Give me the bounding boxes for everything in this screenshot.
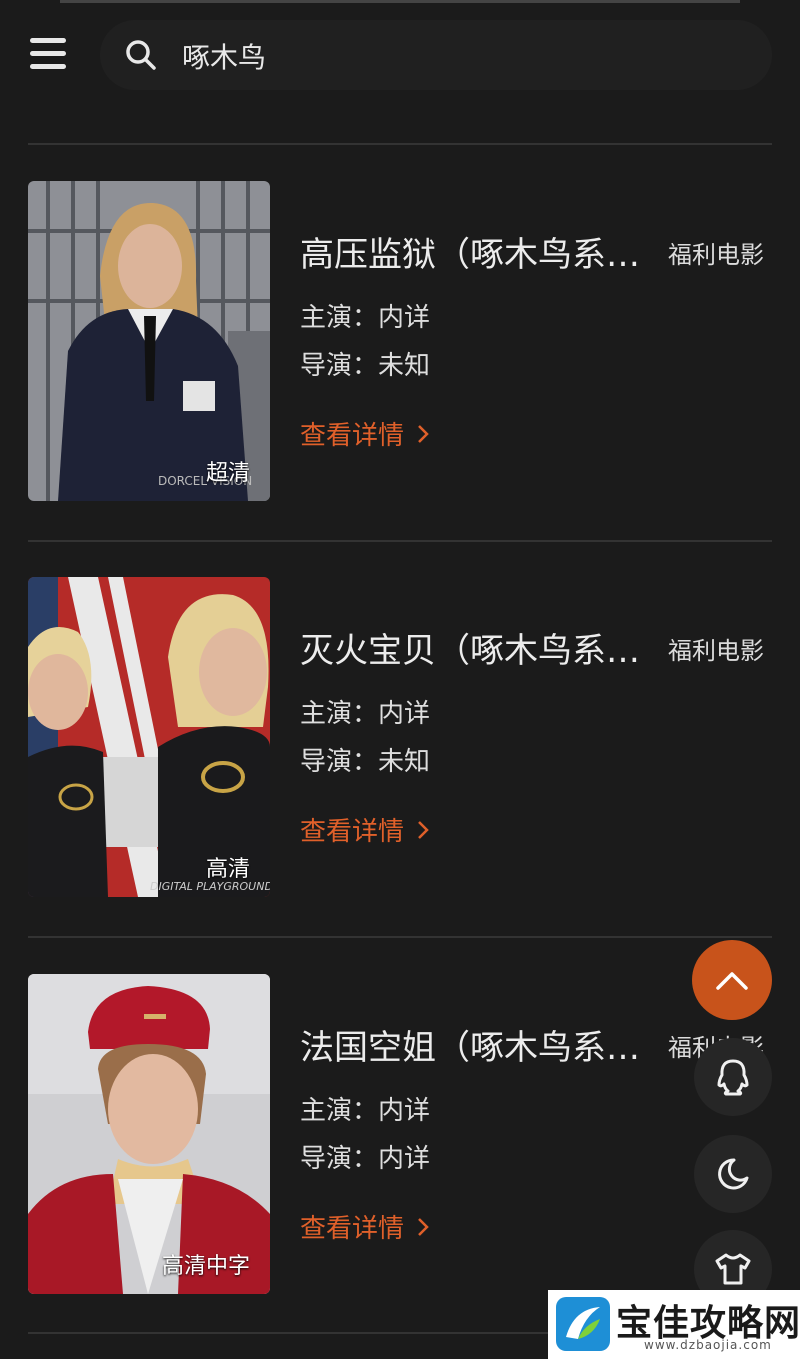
view-details-label: 查看详情 xyxy=(300,1214,405,1244)
category-label[interactable]: 福利电影 xyxy=(668,631,764,666)
divider xyxy=(28,936,772,938)
movie-title[interactable]: 灭火宝贝（啄木鸟系列） xyxy=(300,623,655,672)
poster-thumbnail[interactable]: 高清中字 xyxy=(28,974,270,1294)
movie-title[interactable]: 法国空姐（啄木鸟系列） xyxy=(300,1020,655,1069)
list-item[interactable]: DIGITAL PLAYGROUND 高清 灭火宝贝（啄木鸟系列） 福利电影 主… xyxy=(0,577,800,897)
chevron-right-icon xyxy=(418,424,429,443)
quality-badge: 高清 xyxy=(205,857,250,882)
chevron-right-icon xyxy=(418,820,429,839)
list-item[interactable]: 高清中字 法国空姐（啄木鸟系列） 福利电影 主演：内详 导演：内详 查看详情 xyxy=(0,974,800,1294)
actor-label: 主演：内详 xyxy=(300,303,431,333)
search-icon[interactable] xyxy=(124,38,158,72)
view-details-link[interactable]: 查看详情 xyxy=(300,1208,430,1245)
director-label: 导演：内详 xyxy=(300,1144,431,1174)
moon-icon xyxy=(718,1158,749,1190)
view-details-link[interactable]: 查看详情 xyxy=(300,415,430,452)
watermark-url: www.dzbaojia.com xyxy=(644,1338,772,1352)
category-label[interactable]: 福利电影 xyxy=(668,235,764,270)
view-details-link[interactable]: 查看详情 xyxy=(300,811,430,848)
poster-thumbnail[interactable]: DORCEL VISION 超清 xyxy=(28,181,270,501)
divider xyxy=(28,540,772,542)
director-label: 导演：未知 xyxy=(300,747,431,777)
dark-mode-button[interactable] xyxy=(694,1135,772,1213)
view-details-label: 查看详情 xyxy=(300,817,405,847)
qq-button[interactable] xyxy=(694,1038,772,1116)
search-input[interactable] xyxy=(180,34,744,78)
chevron-right-icon xyxy=(418,1217,429,1236)
actor-label: 主演：内详 xyxy=(300,1096,431,1126)
tshirt-icon xyxy=(715,1253,751,1285)
top-divider xyxy=(60,0,740,3)
actor-label: 主演：内详 xyxy=(300,699,431,729)
site-watermark: 宝佳攻略网 www.dzbaojia.com xyxy=(548,1290,800,1359)
poster-thumbnail[interactable]: DIGITAL PLAYGROUND 高清 xyxy=(28,577,270,897)
director-label: 导演：未知 xyxy=(300,351,431,381)
qq-icon xyxy=(717,1059,749,1096)
chevron-up-icon xyxy=(716,972,748,990)
divider xyxy=(28,143,772,145)
top-bar xyxy=(0,0,800,110)
view-details-label: 查看详情 xyxy=(300,421,405,451)
quality-badge: 高清中字 xyxy=(161,1254,250,1279)
back-to-top-button[interactable] xyxy=(692,940,772,1020)
search-bar[interactable] xyxy=(100,20,772,90)
list-item[interactable]: DORCEL VISION 超清 高压监狱（啄木鸟系列） 福利电影 主演：内详 … xyxy=(0,181,800,501)
watermark-logo-icon xyxy=(556,1297,610,1351)
menu-icon[interactable] xyxy=(30,36,68,72)
movie-title[interactable]: 高压监狱（啄木鸟系列） xyxy=(300,227,655,276)
quality-badge: 超清 xyxy=(205,461,250,486)
